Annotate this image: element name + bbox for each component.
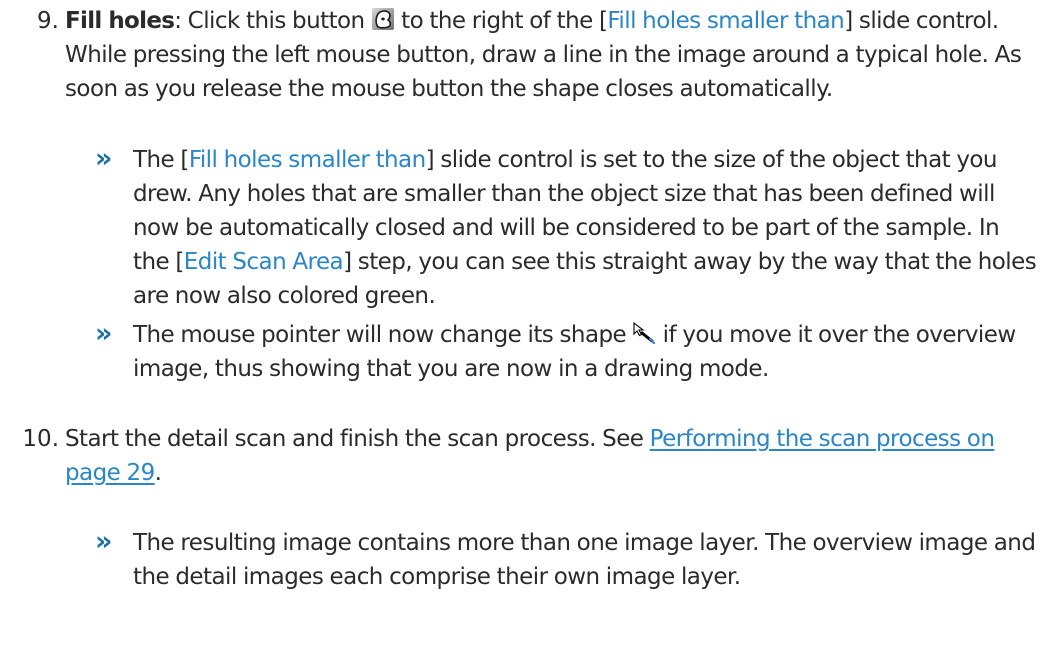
ui-reference-fill-holes: Fill holes smaller than (188, 147, 426, 173)
step-text-segment: . (154, 460, 162, 486)
result-text-segment: The [ (133, 147, 189, 173)
step-number: 9. (37, 8, 59, 34)
step-10-text: Start the detail scan and finish the sca… (65, 422, 1030, 490)
step-9-text: Fill holes: Click this button to the rig… (65, 4, 1030, 106)
result-text-segment: The mouse pointer will now change its sh… (133, 322, 633, 348)
ui-reference-fill-holes: Fill holes smaller than (607, 8, 845, 34)
step-text-segment: Start the detail scan and finish the sca… (65, 426, 650, 452)
result-marker: » (95, 143, 113, 174)
document-page: 9. Fill holes: Click this button to the … (0, 0, 1044, 664)
result-text: The [Fill holes smaller than] slide cont… (133, 143, 1038, 313)
step-text-segment: : Click this button (174, 8, 371, 34)
step-term: Fill holes (65, 8, 175, 34)
ui-reference-edit-scan-area: Edit Scan Area (183, 249, 344, 275)
fill-holes-icon (371, 8, 394, 30)
result-marker: » (95, 318, 113, 349)
result-marker: » (95, 526, 113, 557)
result-text: The resulting image contains more than o… (133, 530, 1036, 590)
step-number: 10. (22, 426, 59, 452)
drawing-pointer-icon (633, 322, 656, 344)
result-text: The mouse pointer will now change its sh… (133, 318, 1038, 386)
step-text-segment: to the right of the [ (394, 8, 608, 34)
